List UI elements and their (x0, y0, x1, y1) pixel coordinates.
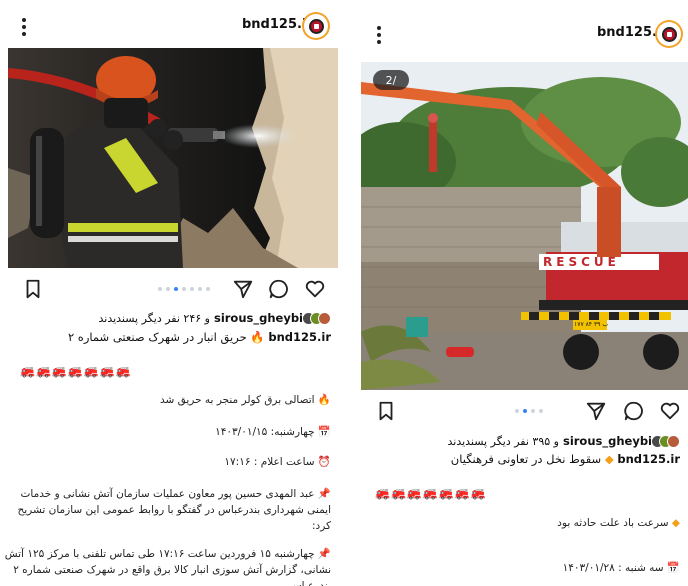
caption-account[interactable]: bnd125.ir (617, 452, 680, 466)
quote-line-1: 📌 عبد المهدی حسین پور معاون عملیات سازما… (20, 488, 331, 500)
more-options-icon[interactable] (375, 26, 383, 46)
more-options-icon[interactable] (20, 18, 28, 38)
likes-count-text: و ۳۹۵ نفر دیگر پسندیدند (447, 434, 559, 448)
right-action-row (353, 396, 688, 426)
likes-summary[interactable]: sirous_gheybi و ۲۴۶ نفر دیگر پسندیدند (98, 309, 331, 327)
quote-line-3: کرد: (311, 520, 331, 532)
orange-diamond-emoji-icon: ◆ (671, 517, 680, 529)
liked-by-user[interactable]: sirous_gheybi (563, 434, 652, 448)
post-photo-firefighter[interactable] (8, 48, 338, 268)
cause-line: ◆ سرعت باد علت حادثه بود (557, 517, 680, 529)
carousel-dots (158, 287, 210, 291)
account-avatar[interactable] (655, 20, 683, 48)
account-avatar[interactable] (302, 12, 330, 40)
heart-icon[interactable] (304, 278, 326, 300)
orange-diamond-emoji-icon: ◆ (604, 452, 614, 466)
comment-icon[interactable] (623, 400, 645, 422)
caption-title: حریق انبار در شهرک صنعتی شماره ۲ (67, 330, 247, 344)
report-line-3: بندرعباس، ... (272, 580, 331, 586)
date-line: 📅 چهارشنبه: ۱۴۰۳/۰۱/۱۵ (215, 426, 331, 438)
firefighter-image (8, 48, 338, 268)
caption-account[interactable]: bnd125.ir (268, 330, 331, 344)
carousel-dots (515, 409, 543, 413)
left-post-header: bnd125.ir (0, 0, 345, 50)
send-icon[interactable] (232, 278, 254, 300)
calendar-emoji-icon: 📅 (317, 426, 331, 438)
fire-emoji-icon: 🔥 (317, 394, 331, 406)
comment-icon[interactable] (268, 278, 290, 300)
quote-line-2: ایمنی شهرداری بندرعباس در گفتگو با روابط… (17, 504, 331, 516)
report-line-1: 📌 چهارشنبه ۱۵ فروردین ساعت ۱۷:۱۶ طی تماس… (4, 548, 331, 560)
fire-emoji-icon: 🔥 (250, 330, 265, 344)
liker-avatars (651, 434, 680, 448)
left-post: bnd125.ir sirous_gheybi و ۲۴۶ نفر دیگر پ… (0, 0, 345, 586)
post-photo-crane-truck[interactable]: 2/ RESCUE ۱۷۷ ب ۳۹ ۸۴ (361, 62, 688, 390)
liked-by-user[interactable]: sirous_gheybi (214, 311, 303, 325)
right-post-header: bnd125.ir (353, 8, 688, 58)
bookmark-icon[interactable] (22, 278, 44, 300)
send-icon[interactable] (585, 400, 607, 422)
fire-truck-emoji-row: 🚒🚒🚒🚒🚒🚒🚒 (20, 364, 132, 378)
license-plate-text: ۱۷۷ ب ۳۹ ۸۴ (574, 321, 608, 328)
pushpin-emoji-icon: 📌 (317, 488, 331, 500)
bookmark-icon[interactable] (375, 400, 397, 422)
right-post: bnd125.ir 2/ RESCUE ۱۷۷ ب ۳۹ ۸۴ sirous_g… (353, 0, 688, 586)
caption-title-line: bnd125.ir 🔥 حریق انبار در شهرک صنعتی شما… (68, 330, 331, 344)
left-action-row (0, 274, 345, 304)
caption-title: سقوط نخل در تعاونی فرهنگیان (450, 452, 602, 466)
liker-avatars (302, 311, 331, 325)
likes-count-text: و ۲۴۶ نفر دیگر پسندیدند (98, 311, 210, 325)
calendar-emoji-icon: 📅 (666, 562, 680, 574)
alarm-clock-emoji-icon: ⏰ (317, 456, 331, 468)
cause-line: 🔥 اتصالی برق کولر منجر به حریق شد (159, 394, 331, 406)
date-line: 📅 سه شنبه : ۱۴۰۳/۰۱/۲۸ (562, 562, 680, 574)
pushpin-emoji-icon: 📌 (317, 548, 331, 560)
fire-truck-emoji-row: 🚒🚒🚒🚒🚒🚒🚒 (375, 486, 487, 500)
time-line: ⏰ ساعت اعلام : ۱۷:۱۶ (224, 456, 331, 468)
carousel-index-badge: 2/ (373, 70, 409, 90)
report-line-2: نشانی، گزارش آتش سوزی انبار کالا برق واق… (13, 564, 331, 576)
rescue-truck-image (361, 62, 688, 390)
rescue-sign: RESCUE (543, 255, 620, 269)
heart-icon[interactable] (659, 400, 681, 422)
caption-title-line: bnd125.ir ◆ سقوط نخل در تعاونی فرهنگیان (451, 452, 680, 466)
likes-summary[interactable]: sirous_gheybi و ۳۹۵ نفر دیگر پسندیدند (447, 432, 680, 450)
